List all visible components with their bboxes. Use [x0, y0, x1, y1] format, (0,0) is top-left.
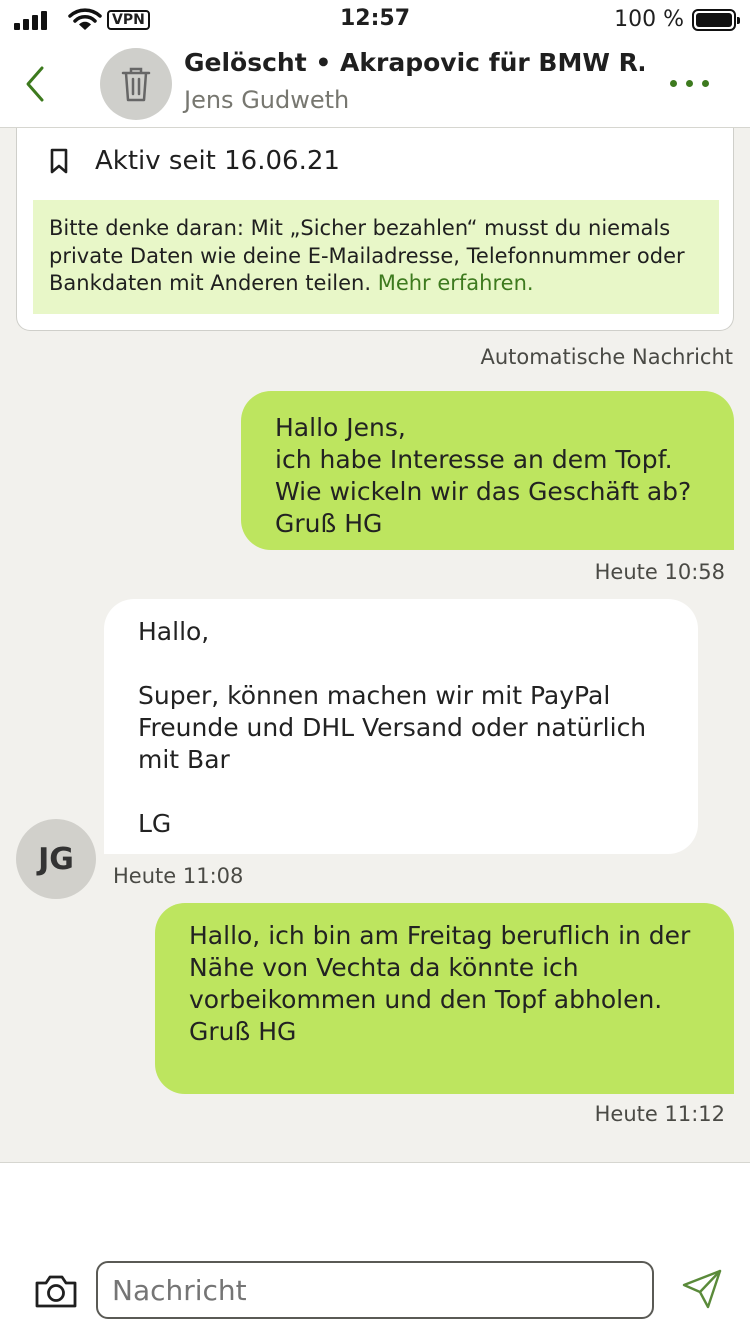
battery-icon	[692, 9, 740, 31]
back-chevron-icon[interactable]	[20, 62, 52, 106]
send-icon[interactable]	[680, 1267, 724, 1311]
status-bar: VPN 12:57 100 %	[0, 0, 750, 40]
message-timestamp: Heute 11:08	[113, 864, 244, 888]
outgoing-message[interactable]: Hallo Jens, ich habe Interesse an dem To…	[241, 391, 734, 550]
outgoing-message[interactable]: Hallo, ich bin am Freitag beruflich in d…	[155, 903, 734, 1094]
active-since-row: Aktiv seit 16.06.21	[49, 146, 340, 176]
avatar[interactable]: JG	[16, 819, 96, 899]
message-text: Hallo Jens, ich habe Interesse an dem To…	[275, 413, 692, 538]
safety-notice: Bitte denke daran: Mit „Sicher bezahlen“…	[33, 200, 719, 314]
listing-thumbnail[interactable]	[100, 48, 172, 120]
message-text: Hallo, Super, können machen wir mit PayP…	[138, 617, 647, 838]
active-since-text: Aktiv seit 16.06.21	[95, 146, 340, 176]
camera-icon[interactable]	[34, 1273, 78, 1309]
bookmark-icon	[50, 148, 68, 174]
conversation-partner-name: Jens Gudweth	[184, 86, 350, 114]
conversation-title[interactable]: Gelöscht • Akrapovic für BMW R…	[184, 48, 644, 77]
message-timestamp: Heute 11:12	[594, 1102, 725, 1126]
listing-info-card: Aktiv seit 16.06.21 Bitte denke daran: M…	[16, 128, 734, 331]
safety-notice-text: Bitte denke daran: Mit „Sicher bezahlen“…	[49, 216, 685, 295]
incoming-message[interactable]: Hallo, Super, können machen wir mit PayP…	[104, 599, 698, 854]
automatic-message-label: Automatische Nachricht	[480, 345, 733, 369]
battery-percentage: 100 %	[614, 7, 684, 32]
message-input[interactable]	[96, 1261, 654, 1319]
trash-icon	[121, 67, 151, 102]
message-composer	[0, 1162, 750, 1334]
message-timestamp: Heute 10:58	[594, 560, 725, 584]
message-text: Hallo, ich bin am Freitag beruflich in d…	[189, 921, 691, 1046]
learn-more-link[interactable]: Mehr erfahren.	[378, 271, 534, 295]
chat-header: Gelöscht • Akrapovic für BMW R… Jens Gud…	[0, 40, 750, 128]
more-dots-icon[interactable]	[670, 78, 710, 90]
